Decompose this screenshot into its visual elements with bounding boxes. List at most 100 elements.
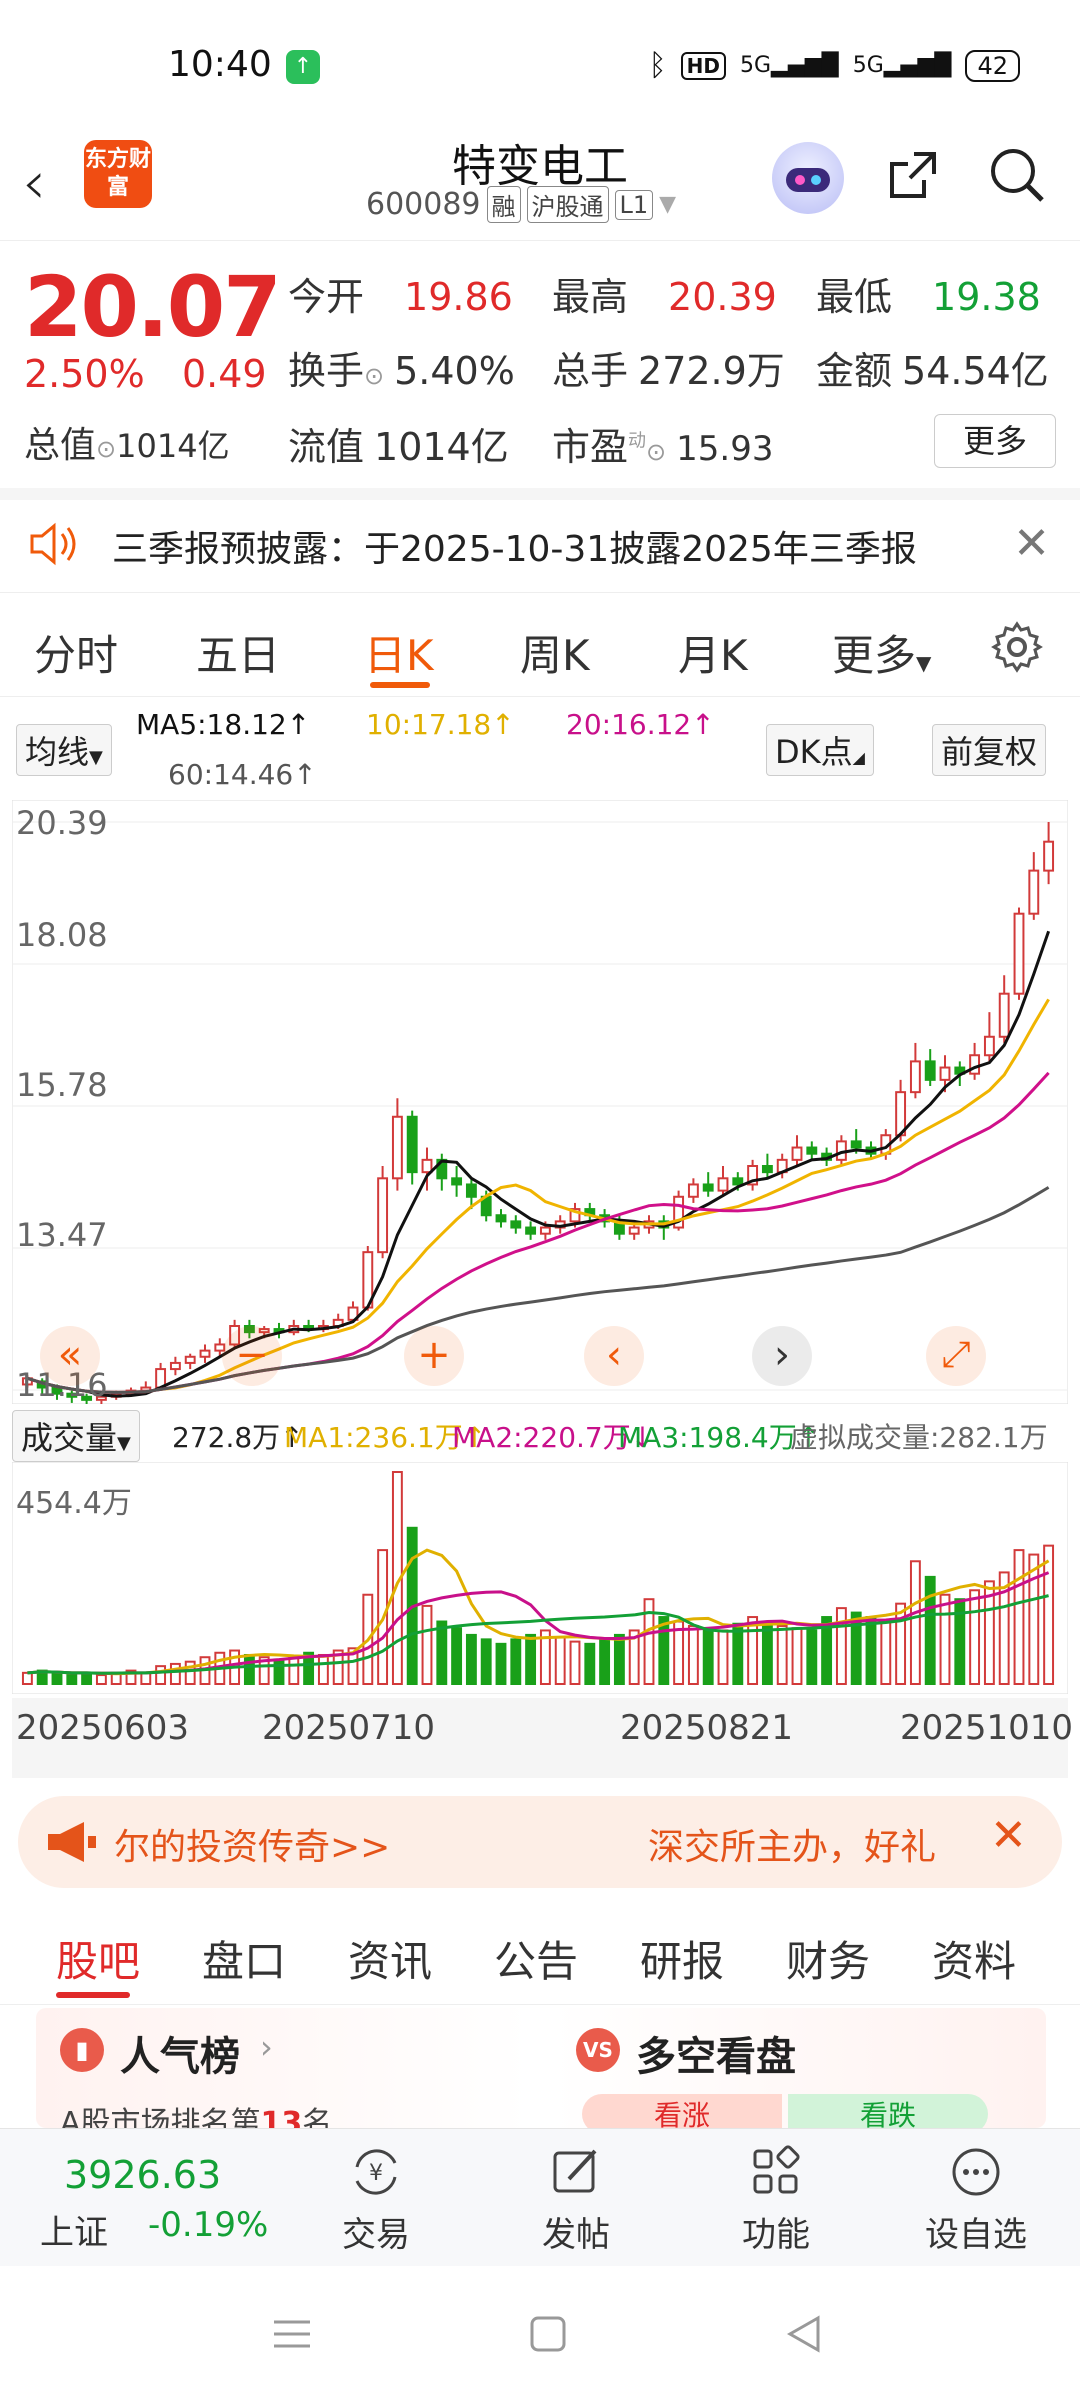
popularity-card[interactable]: ▮ 人气榜 › A股市场排名第13名 (36, 2008, 530, 2141)
candle (924, 1060, 936, 1081)
tab-monthly-k[interactable]: 月K (678, 622, 748, 683)
candle (525, 1226, 537, 1235)
active-tab-indicator (56, 1992, 130, 1998)
gear-icon[interactable] (990, 620, 1044, 674)
volume-bar (969, 1589, 981, 1685)
nav-functions[interactable]: 功能 (706, 2143, 846, 2256)
x-tick-3: 20250821 (620, 1708, 794, 1748)
tab-intraday[interactable]: 分时 (34, 622, 118, 683)
hd-icon: HD (680, 51, 726, 80)
quote-panel: 20.07 2.50% 0.49 今开 19.86 最高 20.39 最低 19.38… (0, 240, 1080, 500)
candle (1013, 912, 1025, 995)
high-field: 最高 20.39 (552, 275, 777, 319)
volume-bar (717, 1629, 729, 1686)
fullscreen-button[interactable]: ⤢ (926, 1326, 986, 1386)
ma10-line (26, 998, 1050, 1394)
dropdown-icon[interactable]: ▼ (659, 192, 676, 217)
candle (850, 1140, 862, 1149)
candle (510, 1220, 522, 1229)
menu-icon[interactable] (272, 2314, 312, 2354)
virtual-volume: 虚拟成交量:282.1万 (790, 1421, 1048, 1454)
tab-more[interactable]: 更多▼ (832, 622, 931, 683)
candle (983, 1035, 995, 1057)
candle (791, 1146, 803, 1161)
dk-point-button[interactable]: DK点◢ (766, 724, 874, 776)
volume-selector[interactable]: 成交量▼ (12, 1410, 140, 1462)
ma5-line (26, 930, 1051, 1398)
indicator-selector[interactable]: 均线▼ (16, 724, 112, 776)
low-field: 最低 19.38 (816, 275, 1041, 319)
volume-bar (658, 1616, 670, 1685)
notice-bar[interactable]: 三季报预披露：于2025-10-31披露2025年三季报 ✕ (0, 500, 1080, 593)
feature-cards: ▮ 人气榜 › A股市场排名第13名 VS 多空看盘 看涨 看跌 (0, 2008, 1080, 2141)
chevron-right-icon: › (260, 2028, 273, 2066)
zoom-in-button[interactable]: + (404, 1326, 464, 1386)
candle (539, 1226, 551, 1235)
nav-watchlist[interactable]: 设自选 (906, 2143, 1046, 2256)
volume-bar (776, 1624, 788, 1685)
float-cap-field: 流值 1014亿 (288, 425, 509, 469)
bull-bear-card[interactable]: VS 多空看盘 看涨 看跌 (552, 2008, 1046, 2134)
candle (1043, 840, 1055, 872)
tab-weekly-k[interactable]: 周K (520, 622, 590, 683)
candle (421, 1158, 433, 1174)
tab-research[interactable]: 研报 (640, 1928, 724, 1989)
x-tick-4: 20251010 (900, 1708, 1074, 1748)
volume-bar (747, 1616, 759, 1685)
index-widget[interactable]: 3926.63 上证 -0.19% (40, 2153, 268, 2254)
scroll-left-button[interactable]: ‹ (584, 1326, 644, 1386)
volume-bar (732, 1622, 744, 1686)
volume-bar (140, 1671, 152, 1685)
trade-icon: ¥ (355, 2149, 397, 2195)
tab-announcements[interactable]: 公告 (494, 1928, 578, 1989)
back-nav-icon[interactable] (784, 2314, 824, 2354)
close-icon[interactable]: ✕ (1013, 518, 1050, 569)
period-tabs: 分时 五日 日K 周K 月K 更多▼ (0, 596, 1080, 697)
more-dots-icon (952, 2148, 1000, 2196)
tab-news[interactable]: 资讯 (348, 1928, 432, 1989)
volume-bar (81, 1671, 93, 1685)
volume-legend: 成交量▼ 272.8万↑ MA1:236.1万↑ MA2:220.7万↓ MA3… (0, 1408, 1080, 1462)
volume-bar (51, 1671, 63, 1685)
first-page-button[interactable]: « (40, 1326, 100, 1386)
volume-bar (288, 1656, 300, 1686)
close-icon[interactable]: ✕ (990, 1810, 1027, 1861)
volume-chart[interactable]: 454.4万 (11, 1461, 1069, 1695)
kline-chart[interactable]: 20.39 18.08 15.78 13.47 11.16 « − + ‹ › … (11, 799, 1069, 1406)
tab-finance[interactable]: 财务 (786, 1928, 870, 1989)
home-icon[interactable] (528, 2314, 568, 2354)
volume-bar (895, 1602, 907, 1686)
tab-guba[interactable]: 股吧 (56, 1928, 140, 1989)
zoom-out-button[interactable]: − (222, 1326, 282, 1386)
scroll-right-button[interactable]: › (752, 1326, 812, 1386)
volume-bar (924, 1575, 936, 1685)
tab-profile[interactable]: 资料 (932, 1928, 1016, 1989)
volume-bar (702, 1627, 714, 1685)
ma5-label: MA5:18.12↑ (136, 708, 311, 741)
more-button[interactable]: 更多 (934, 414, 1056, 468)
signal-5g-icon: 5G▂▄▆█ (739, 53, 839, 78)
adjust-button[interactable]: 前复权 (932, 724, 1047, 776)
tab-daily-k[interactable]: 日K (364, 622, 434, 683)
ai-assistant-icon[interactable] (772, 142, 844, 214)
candle (406, 1115, 418, 1174)
share-icon[interactable] (884, 146, 942, 204)
ad-banner[interactable]: 尔的投资传奇>> 深交所主办，好礼 ✕ (18, 1796, 1062, 1888)
candle (628, 1226, 640, 1235)
volume-bar (613, 1633, 625, 1685)
nav-post[interactable]: 发帖 (506, 2143, 646, 2256)
tab-five-day[interactable]: 五日 (196, 622, 280, 683)
volume-bar (687, 1624, 699, 1685)
megaphone-icon (48, 1822, 96, 1862)
last-price: 20.07 (24, 258, 282, 356)
index-name: 上证 (40, 2213, 108, 2253)
search-icon[interactable] (986, 144, 1048, 206)
connect-tag: 沪股通 (526, 186, 609, 223)
nav-trade[interactable]: ¥ 交易 (306, 2143, 446, 2256)
volume-bar (66, 1674, 78, 1685)
tab-pankou[interactable]: 盘口 (202, 1928, 286, 1989)
y-tick-3: 15.78 (16, 1066, 108, 1104)
volume-bar (525, 1633, 537, 1685)
candle (465, 1183, 477, 1198)
y-tick-2: 18.08 (16, 916, 108, 954)
